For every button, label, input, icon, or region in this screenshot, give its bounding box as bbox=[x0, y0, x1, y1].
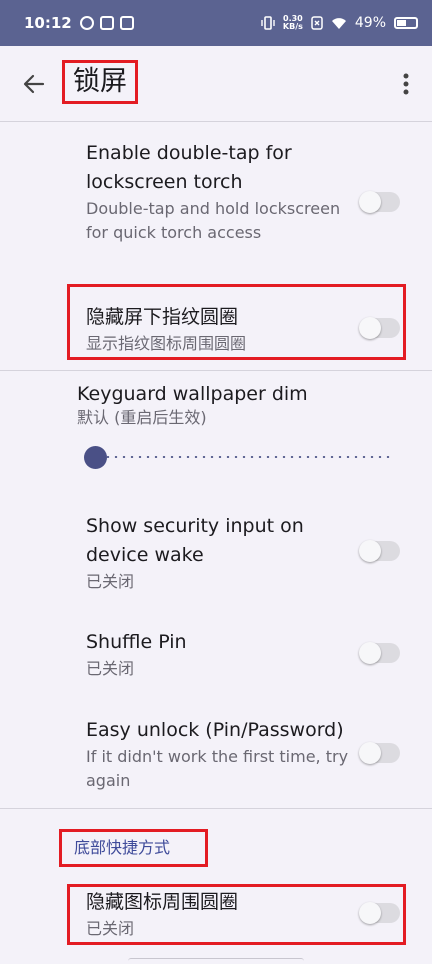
setting-title: Enable double-tap for lockscreen torch bbox=[86, 142, 292, 193]
status-bar: 10:12 0.30 KB/s 49% bbox=[0, 0, 432, 46]
section-divider bbox=[0, 808, 432, 809]
setting-title: Show security input on device wake bbox=[86, 515, 304, 566]
setting-subtitle: Double-tap and hold lockscreen for quick… bbox=[86, 199, 341, 242]
battery-percent: 49% bbox=[354, 15, 386, 31]
wallpaper-dim-slider-track[interactable] bbox=[96, 456, 392, 458]
setting-hide-icon-circle[interactable]: 隐藏图标周围圆圈 已关闭 bbox=[86, 888, 356, 941]
status-indicators: 0.30 KB/s 49% bbox=[261, 15, 418, 31]
overflow-menu-button[interactable] bbox=[392, 66, 420, 102]
slider-title: Keyguard wallpaper dim bbox=[77, 383, 308, 405]
back-button[interactable] bbox=[16, 66, 52, 102]
setting-subtitle: 已关闭 bbox=[86, 572, 135, 591]
sync-icon bbox=[79, 16, 94, 30]
setting-subtitle: 显示指纹图标周围圆圈 bbox=[86, 334, 247, 353]
status-time: 10:12 bbox=[24, 14, 72, 32]
setting-subtitle: 已关闭 bbox=[86, 659, 135, 678]
toggle-knob bbox=[359, 642, 381, 664]
toggle-double-tap-torch[interactable] bbox=[359, 191, 400, 213]
setting-security-input-on-wake[interactable]: Show security input on device wake 已关闭 bbox=[86, 512, 356, 594]
setting-title: Shuffle Pin bbox=[86, 631, 187, 653]
network-speed-unit: KB/s bbox=[282, 22, 303, 31]
section-header-bottom-shortcuts: 底部快捷方式 bbox=[59, 829, 208, 867]
setting-subtitle: If it didn't work the first time, try ag… bbox=[86, 747, 349, 790]
toggle-easy-unlock[interactable] bbox=[359, 742, 400, 764]
setting-title: 隐藏图标周围圆圈 bbox=[86, 891, 239, 913]
toggle-hide-icon-circle[interactable] bbox=[359, 902, 400, 924]
more-vert-icon bbox=[403, 73, 409, 95]
setting-subtitle: 已关闭 bbox=[86, 919, 135, 938]
setting-easy-unlock[interactable]: Easy unlock (Pin/Password) If it didn't … bbox=[86, 716, 356, 793]
setting-hide-fingerprint-circle[interactable]: 隐藏屏下指纹圆圈 显示指纹图标周围圆圈 bbox=[86, 303, 356, 356]
battery-icon bbox=[394, 17, 418, 29]
vibrate-icon bbox=[261, 16, 275, 30]
toggle-knob bbox=[359, 317, 381, 339]
sim-x-icon bbox=[311, 16, 323, 30]
toggle-shuffle-pin[interactable] bbox=[359, 642, 400, 664]
toggle-knob bbox=[359, 742, 381, 764]
toggle-knob bbox=[359, 902, 381, 924]
slider-subtitle: 默认 (重启后生效) bbox=[77, 408, 207, 427]
tiktok-icon bbox=[119, 16, 134, 30]
network-speed: 0.30 KB/s bbox=[283, 15, 303, 31]
setting-shuffle-pin[interactable]: Shuffle Pin 已关闭 bbox=[86, 628, 356, 681]
setting-double-tap-torch[interactable]: Enable double-tap for lockscreen torch D… bbox=[86, 139, 356, 245]
section-divider bbox=[0, 370, 432, 371]
toggle-hide-fingerprint-circle[interactable] bbox=[359, 317, 400, 339]
toggle-knob bbox=[359, 191, 381, 213]
wallpaper-dim-slider-thumb[interactable] bbox=[84, 446, 107, 469]
scroll-edge-indicator bbox=[128, 958, 304, 964]
setting-title: Easy unlock (Pin/Password) bbox=[86, 719, 344, 741]
toggle-security-input-on-wake[interactable] bbox=[359, 540, 400, 562]
toggle-knob bbox=[359, 540, 381, 562]
app-bar-divider bbox=[0, 121, 432, 122]
setting-title: 隐藏屏下指纹圆圈 bbox=[86, 306, 239, 328]
app-bar: 锁屏 bbox=[0, 46, 432, 122]
wifi-icon bbox=[331, 17, 346, 29]
arrow-back-icon bbox=[23, 74, 45, 94]
page-title: 锁屏 bbox=[62, 60, 138, 104]
mail-icon bbox=[99, 16, 114, 30]
